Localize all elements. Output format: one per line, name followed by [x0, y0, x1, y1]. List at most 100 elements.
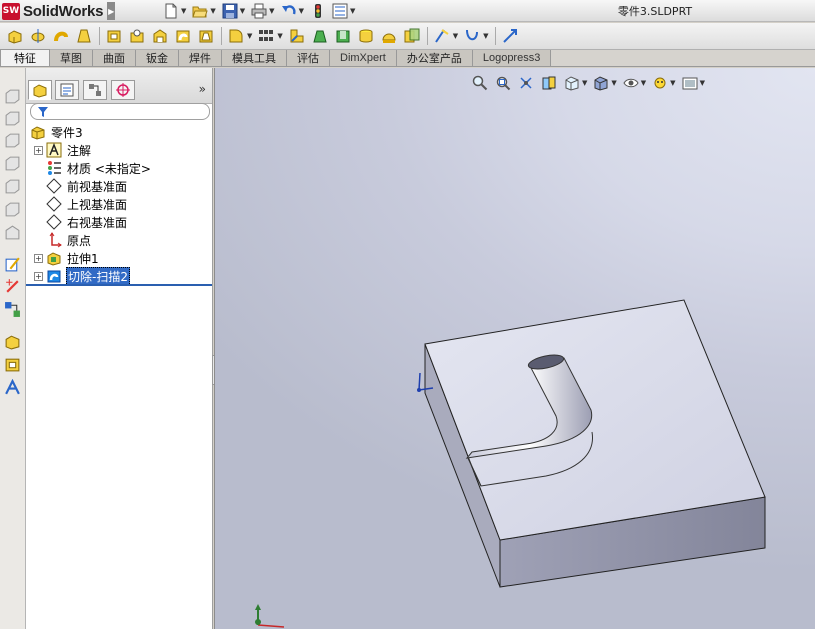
property-manager-tab[interactable]	[55, 80, 79, 100]
featuremanager-tree-tab[interactable]	[28, 80, 52, 100]
open-folder-icon	[192, 6, 209, 18]
shell-button[interactable]	[334, 27, 352, 45]
linear-pattern-button[interactable]	[257, 27, 275, 45]
expand-plus-icon[interactable]: +	[34, 271, 43, 281]
undo-button[interactable]: ▼	[281, 3, 304, 19]
box-icon[interactable]	[4, 132, 21, 149]
chevron-down-icon[interactable]: ▼	[210, 7, 215, 15]
tab-logopress3[interactable]: Logopress3	[472, 50, 552, 66]
annotation-icon[interactable]	[4, 379, 21, 396]
rib-button[interactable]	[288, 27, 306, 45]
menu-expand-arrow-icon[interactable]: ▶	[107, 2, 116, 20]
open-button[interactable]: ▼	[192, 3, 216, 19]
sketch-icon[interactable]	[4, 256, 21, 273]
lofted-cut-icon	[199, 30, 213, 43]
box-icon[interactable]	[4, 201, 21, 218]
filter-icon	[38, 107, 48, 117]
chevron-down-icon[interactable]: ▼	[483, 32, 488, 40]
intersect-button[interactable]	[403, 27, 421, 45]
revolved-boss-button[interactable]	[29, 27, 47, 45]
chevron-down-icon[interactable]: ▼	[453, 32, 458, 40]
box-icon[interactable]	[4, 224, 21, 241]
solidworks-logo[interactable]: SW SolidWorks ▶	[2, 2, 116, 20]
print-button[interactable]: ▼	[251, 3, 275, 19]
save-button[interactable]: ▼	[222, 3, 245, 19]
box-icon[interactable]	[4, 178, 21, 195]
feature-filter-input[interactable]	[30, 103, 210, 120]
configuration-manager-icon	[89, 84, 101, 96]
tree-item-material[interactable]: 材质 <未指定>	[46, 159, 152, 177]
swept-boss-button[interactable]	[52, 27, 70, 45]
expand-plus-icon[interactable]: +	[34, 253, 43, 263]
reference-geometry-icon	[434, 29, 449, 43]
lofted-cut-button[interactable]	[197, 27, 215, 45]
options-button[interactable]: ▼	[332, 3, 355, 19]
tab-dimxpert[interactable]: DimXpert	[330, 50, 397, 66]
expand-plus-icon[interactable]: +	[34, 145, 43, 155]
configuration-manager-tab[interactable]	[83, 80, 107, 100]
fillet-button[interactable]	[227, 27, 245, 45]
draft-button[interactable]	[311, 27, 329, 45]
tree-item-extrude1[interactable]: + 拉伸1	[34, 249, 100, 267]
tab-evaluate[interactable]: 评估	[287, 50, 330, 66]
tree-item-label: 原点	[67, 233, 92, 248]
instant3d-button[interactable]	[501, 27, 519, 45]
tree-root-part[interactable]: 零件3	[30, 123, 84, 141]
tree-item-right-plane[interactable]: 右视基准面	[46, 213, 128, 231]
box-icon[interactable]	[4, 110, 21, 127]
dimxpert-manager-tab[interactable]	[111, 80, 135, 100]
swept-cut-feature-icon	[47, 270, 61, 283]
rib-icon	[290, 29, 304, 43]
tab-sheet-metal[interactable]: 钣金	[136, 50, 179, 66]
tree-item-annotations[interactable]: + 注解	[34, 141, 92, 159]
tab-mold-tools[interactable]: 模具工具	[222, 50, 287, 66]
graphics-area[interactable]: ▼ ▼ ▼ ▼ ▼	[214, 68, 815, 629]
tree-item-label: 右视基准面	[67, 215, 128, 230]
title-bar: SW SolidWorks ▶ ▼ ▼ ▼ ▼ ▼ ▼ 零件3.SLDPRT	[0, 0, 815, 22]
box-icon[interactable]	[4, 155, 21, 172]
tab-office-products[interactable]: 办公室产品	[396, 50, 473, 66]
dome-button[interactable]	[380, 27, 398, 45]
chevron-down-icon[interactable]: ▼	[269, 7, 274, 15]
chevron-down-icon[interactable]: ▼	[350, 7, 355, 15]
chevron-down-icon[interactable]: ▼	[247, 32, 252, 40]
tree-item-top-plane[interactable]: 上视基准面	[46, 195, 128, 213]
rebuild-button[interactable]	[310, 3, 326, 19]
extruded-cut-icon[interactable]	[4, 356, 21, 373]
tree-item-front-plane[interactable]: 前视基准面	[46, 177, 128, 195]
lofted-boss-button[interactable]	[75, 27, 93, 45]
tab-surfaces[interactable]: 曲面	[93, 50, 136, 66]
revolved-cut-button[interactable]	[151, 27, 169, 45]
hole-wizard-button[interactable]	[128, 27, 146, 45]
relations-icon[interactable]	[4, 301, 21, 318]
wrap-button[interactable]	[357, 27, 375, 45]
tree-item-swept-cut2[interactable]: + 切除-扫描2	[34, 266, 130, 286]
reference-geometry-button[interactable]	[433, 27, 451, 45]
tree-item-label: 前视基准面	[67, 179, 128, 194]
toolbar-separator	[221, 27, 222, 45]
swept-cut-button[interactable]	[174, 27, 192, 45]
tab-weldments[interactable]: 焊件	[179, 50, 222, 66]
featuremanager-tree-icon	[33, 84, 47, 98]
chevron-down-icon[interactable]: ▼	[181, 7, 186, 15]
tree-item-label: 材质 <未指定>	[67, 161, 151, 176]
extruded-boss-icon[interactable]	[4, 333, 21, 350]
more-tabs-button[interactable]: »	[199, 82, 206, 96]
chevron-down-icon[interactable]: ▼	[299, 7, 304, 15]
curves-button[interactable]	[463, 27, 481, 45]
rollback-bar[interactable]	[26, 284, 212, 286]
tab-features[interactable]: 特征	[0, 49, 50, 66]
solidworks-logo-mark: SW	[2, 2, 20, 20]
chevron-down-icon[interactable]: ▼	[277, 32, 282, 40]
extruded-cut-button[interactable]	[105, 27, 123, 45]
chevron-down-icon[interactable]: ▼	[240, 7, 245, 15]
tree-item-origin[interactable]: 原点	[46, 231, 92, 249]
extruded-boss-button[interactable]	[6, 27, 24, 45]
smart-dimension-icon[interactable]	[4, 278, 21, 295]
print-icon	[251, 3, 267, 19]
new-document-button[interactable]: ▼	[163, 3, 186, 19]
box-icon[interactable]	[4, 88, 21, 105]
tab-sketch[interactable]: 草图	[50, 50, 93, 66]
part-model-3d[interactable]	[215, 68, 815, 629]
swept-boss-icon	[54, 31, 68, 42]
